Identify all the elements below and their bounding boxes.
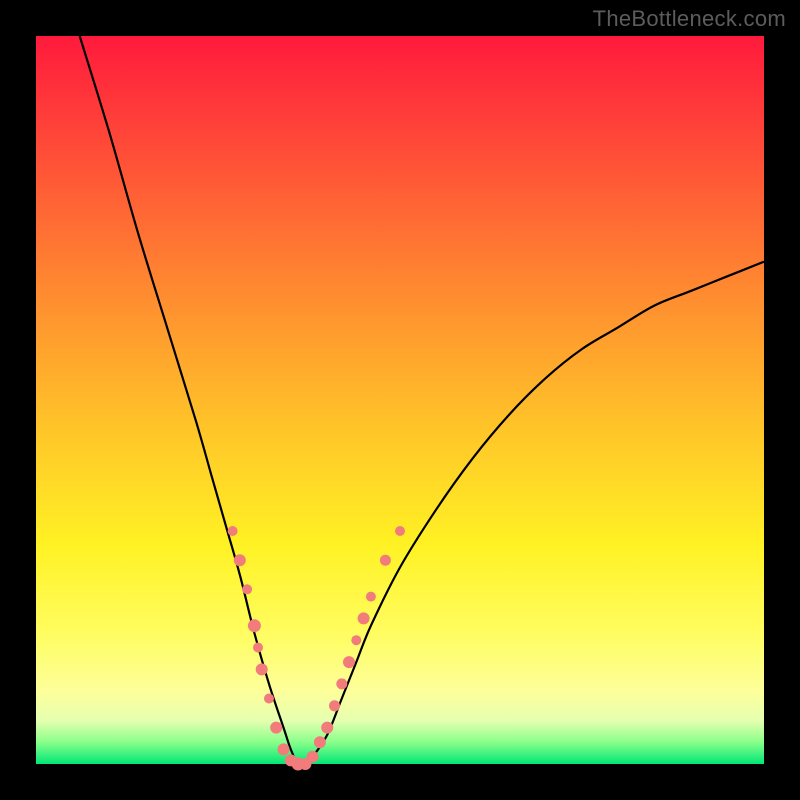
marker-dot — [358, 612, 370, 624]
marker-dot — [336, 678, 347, 689]
bottleneck-curve — [80, 36, 764, 765]
marker-dot — [380, 555, 391, 566]
watermark-text: TheBottleneck.com — [593, 6, 786, 32]
marker-dot — [314, 736, 326, 748]
marker-dot — [242, 584, 252, 594]
marker-dot — [395, 526, 405, 536]
marker-dot — [307, 751, 319, 763]
marker-dot — [270, 722, 282, 734]
marker-dot — [351, 635, 361, 645]
marker-dot — [343, 656, 355, 668]
marker-dot — [264, 694, 274, 704]
marker-dot — [248, 619, 261, 632]
chart-svg — [36, 36, 764, 764]
marker-group — [228, 526, 405, 771]
marker-dot — [329, 700, 340, 711]
marker-dot — [256, 663, 268, 675]
marker-dot — [253, 643, 263, 653]
marker-dot — [278, 743, 290, 755]
marker-dot — [228, 526, 238, 536]
marker-dot — [234, 554, 246, 566]
marker-dot — [321, 722, 333, 734]
marker-dot — [366, 592, 376, 602]
